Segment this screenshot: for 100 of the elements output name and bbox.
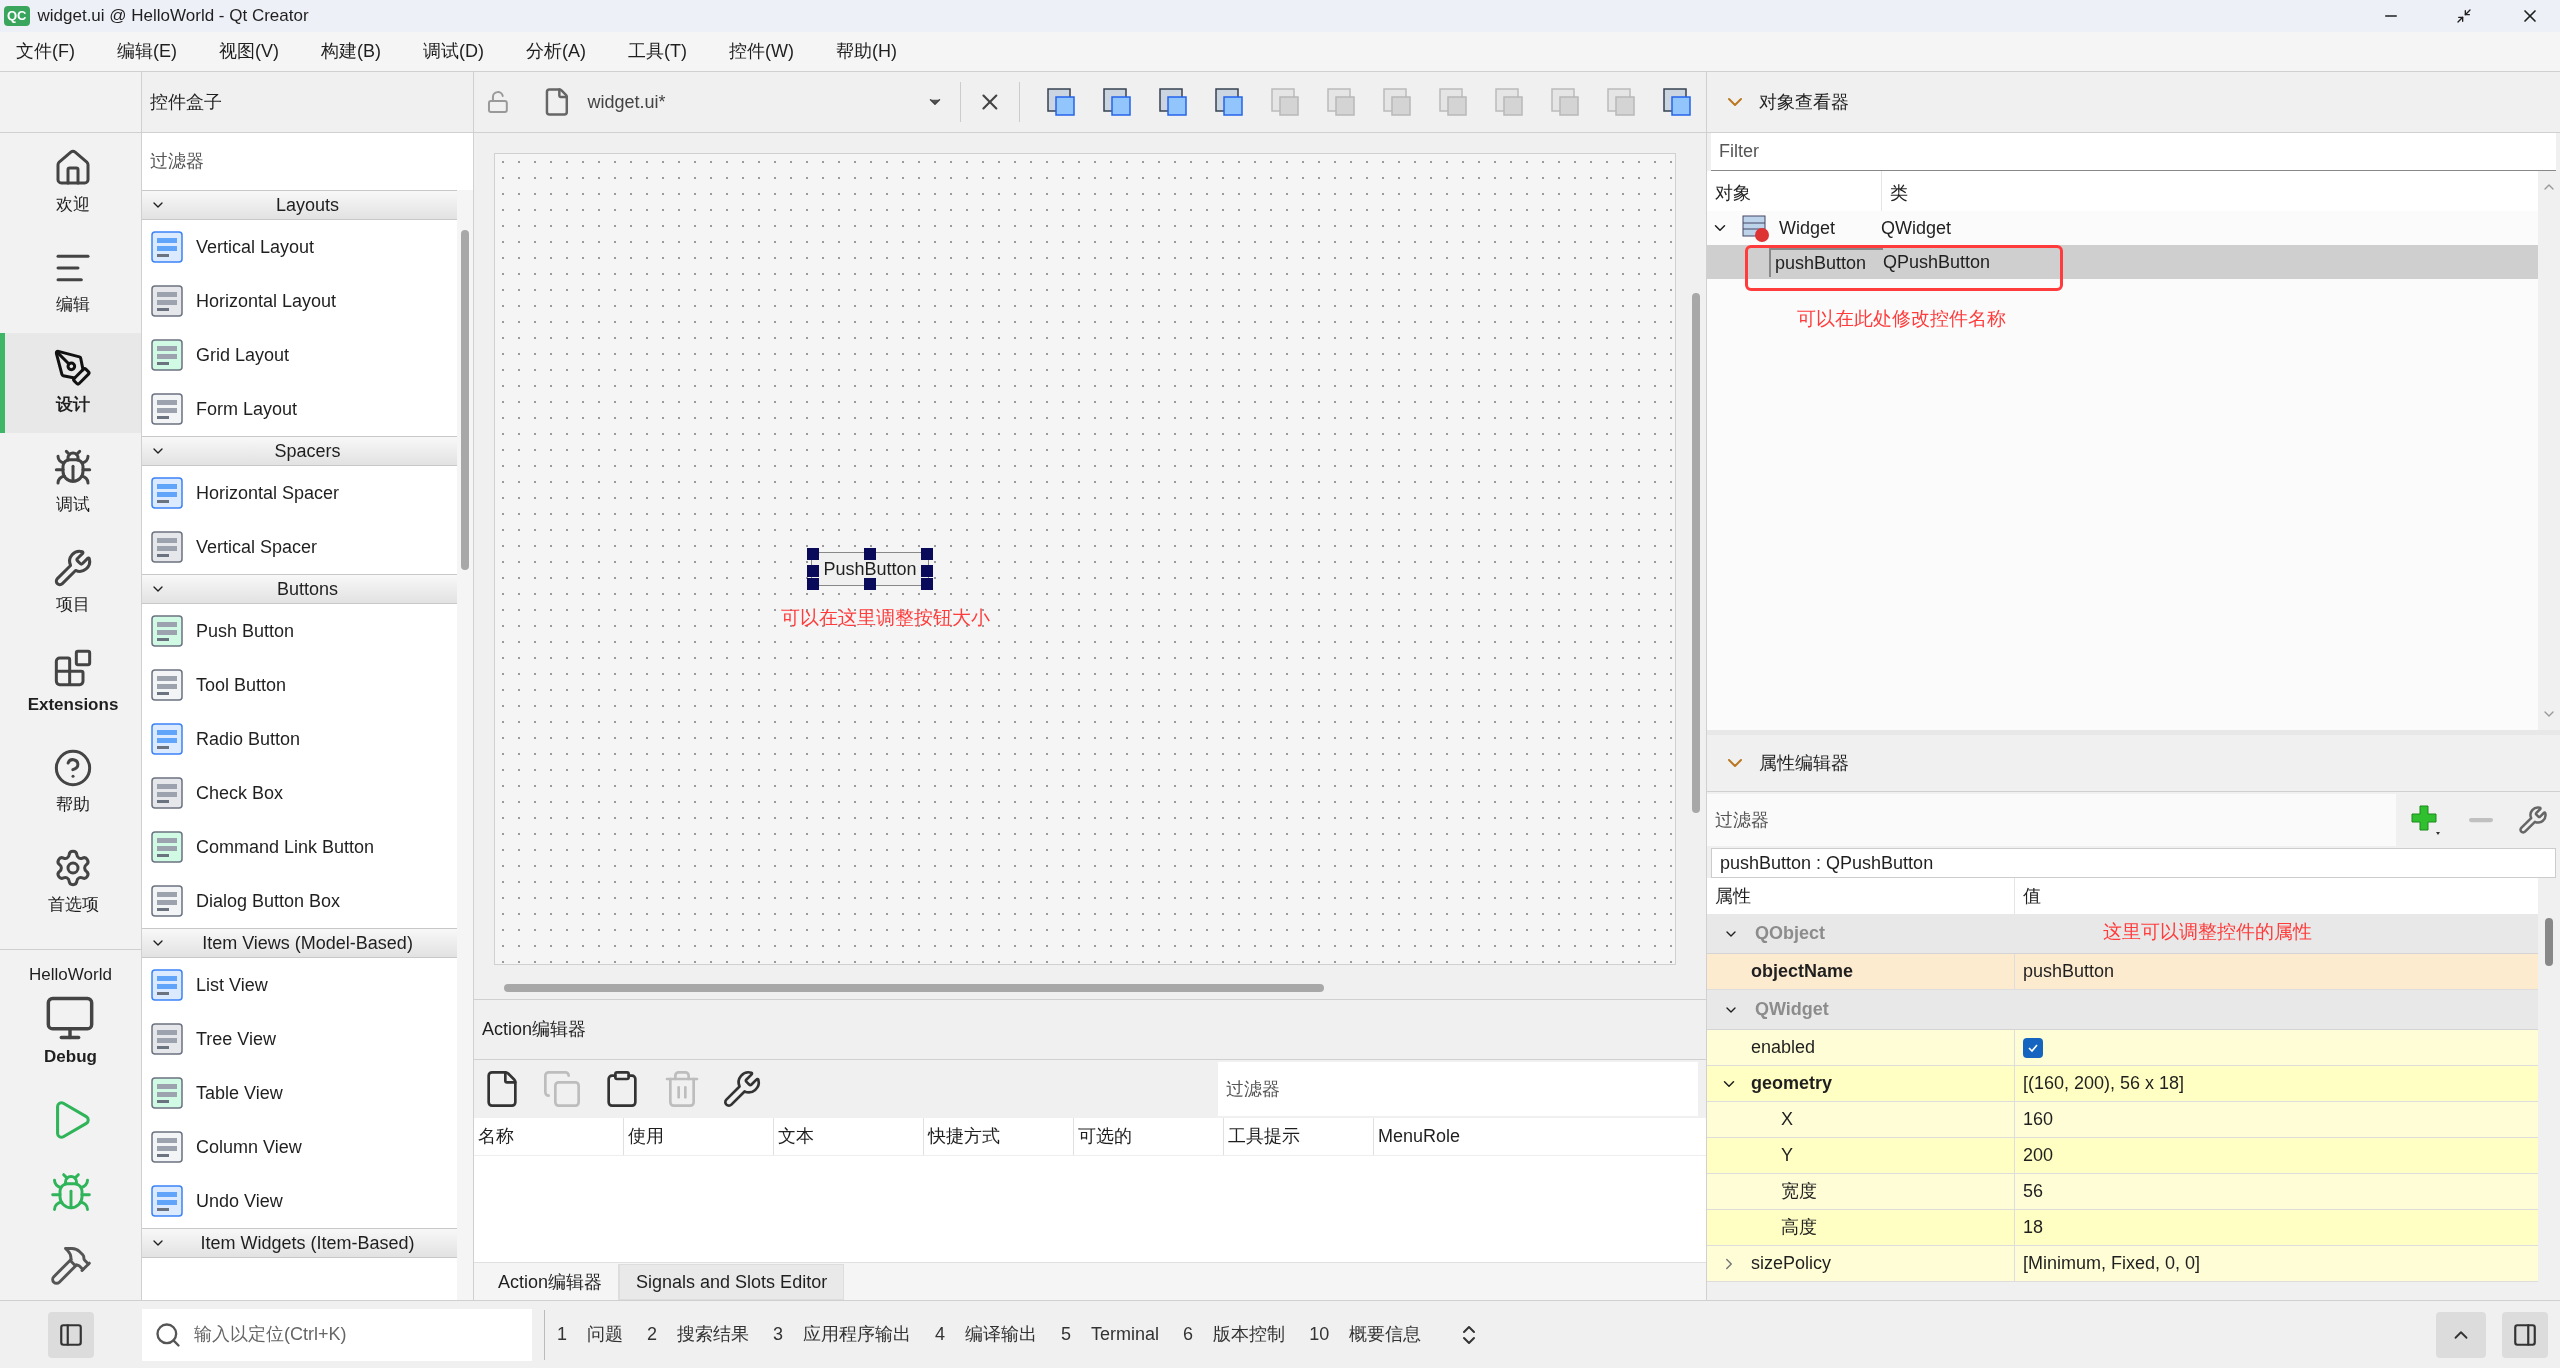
form-canvas[interactable]: PushButton 可以在这里调整按钮大小 [494, 153, 1676, 965]
menu-item[interactable]: 视图(V) [215, 38, 283, 65]
mode-button[interactable]: 编辑 [0, 233, 141, 333]
menu-item[interactable]: 控件(W) [724, 38, 798, 65]
build-target-button[interactable]: Debug [44, 991, 97, 1069]
layout-tool-icon[interactable] [1212, 85, 1246, 119]
sidebar-toggle-button[interactable] [48, 1311, 94, 1358]
widget-item[interactable]: Dialog Button Box [142, 874, 457, 928]
menu-item[interactable]: 帮助(H) [831, 38, 901, 65]
category-header[interactable]: Spacers [142, 436, 457, 466]
filter-field[interactable]: 过滤器 [1707, 794, 2396, 846]
resize-handle[interactable] [864, 548, 876, 560]
column-header[interactable]: 文本 [774, 1118, 924, 1155]
scrollbar-thumb[interactable] [2545, 918, 2553, 966]
property-row[interactable]: geometry [(160, 200), 56 x 18] [1707, 1066, 2538, 1102]
layout-tool-icon[interactable] [1156, 85, 1190, 119]
filter-field[interactable]: 过滤器 [142, 133, 473, 190]
widget-item[interactable]: Undo View [142, 1174, 457, 1228]
menu-item[interactable]: 编辑(E) [113, 38, 181, 65]
filter-field[interactable]: Filter [1711, 133, 2556, 171]
property-row[interactable]: enabled [1707, 1030, 2538, 1066]
widget-item[interactable]: Vertical Spacer [142, 520, 457, 574]
column-header[interactable]: 对象 [1707, 171, 1882, 211]
output-pane-button[interactable]: 6 版本控制 [1183, 1321, 1286, 1348]
widget-item[interactable]: List View [142, 958, 457, 1012]
widget-item[interactable]: Horizontal Layout [142, 274, 457, 328]
tab[interactable]: Signals and Slots Editor [619, 1264, 845, 1300]
right-sidebar-toggle-button[interactable] [2502, 1311, 2548, 1358]
property-row[interactable]: 高度 18 [1707, 1210, 2538, 1246]
column-header[interactable]: 类 [1882, 171, 2538, 211]
mode-button[interactable]: 调试 [0, 433, 141, 533]
mode-button[interactable]: Extensions [0, 633, 141, 733]
mode-button[interactable]: 欢迎 [0, 133, 141, 233]
column-header[interactable]: 可选的 [1074, 1118, 1224, 1155]
resize-handle[interactable] [807, 565, 819, 577]
tree-row[interactable]: Widget QWidget [1707, 211, 2538, 245]
category-header[interactable]: Item Widgets (Item-Based) [142, 1228, 457, 1258]
resize-handle[interactable] [807, 578, 819, 590]
layout-tool-icon[interactable] [1044, 85, 1078, 119]
widget-item[interactable]: Command Link Button [142, 820, 457, 874]
column-header[interactable]: 工具提示 [1224, 1118, 1374, 1155]
resize-handle[interactable] [921, 565, 933, 577]
widget-item[interactable]: Tool Button [142, 658, 457, 712]
menu-item[interactable]: 分析(A) [522, 38, 590, 65]
output-pane-button[interactable]: 5 Terminal [1061, 1321, 1160, 1348]
widget-item[interactable]: Tree View [142, 1012, 457, 1066]
column-header[interactable]: 使用 [624, 1118, 774, 1155]
widget-item[interactable]: Push Button [142, 604, 457, 658]
checkbox[interactable] [2023, 1037, 2043, 1058]
widget-item[interactable]: Radio Button [142, 712, 457, 766]
category-header[interactable]: Layouts [142, 190, 457, 220]
category-header[interactable]: Buttons [142, 574, 457, 604]
column-header[interactable]: MenuRole [1374, 1118, 1524, 1155]
layout-tool-icon[interactable] [1100, 85, 1134, 119]
category-header[interactable]: Item Views (Model-Based) [142, 928, 457, 958]
property-row[interactable]: 宽度 56 [1707, 1174, 2538, 1210]
file-selector[interactable]: widget.ui* [587, 88, 945, 116]
mode-button[interactable]: 帮助 [0, 733, 141, 833]
mode-button[interactable]: 项目 [0, 533, 141, 633]
widget-item[interactable]: Horizontal Spacer [142, 466, 457, 520]
resize-handle[interactable] [921, 548, 933, 560]
filter-field[interactable]: 过滤器 [1218, 1062, 1698, 1116]
property-row[interactable]: X 160 [1707, 1102, 2538, 1138]
output-pane-button[interactable]: 10 概要信息 [1309, 1321, 1422, 1348]
property-row[interactable]: Y 200 [1707, 1138, 2538, 1174]
column-header[interactable]: 值 [2015, 878, 2538, 914]
widget-item[interactable]: Column View [142, 1120, 457, 1174]
output-pane-button[interactable]: 2 搜索结果 [647, 1321, 750, 1348]
output-pane-button[interactable]: 1 问题 [557, 1321, 623, 1348]
widget-item[interactable]: Check Box [142, 766, 457, 820]
widget-item[interactable]: Grid Layout [142, 328, 457, 382]
widget-item[interactable]: Form Layout [142, 382, 457, 436]
restore-icon[interactable] [2456, 8, 2472, 24]
mode-button[interactable]: 首选项 [0, 833, 141, 933]
output-pane-button[interactable]: 3 应用程序输出 [773, 1321, 912, 1348]
scrollbar-thumb[interactable] [461, 230, 469, 570]
output-toggle-button[interactable] [2436, 1311, 2486, 1358]
property-row[interactable]: sizePolicy [Minimum, Fixed, 0, 0] [1707, 1246, 2538, 1282]
column-header[interactable]: 名称 [474, 1118, 624, 1155]
wrench-icon[interactable] [722, 1069, 762, 1109]
layout-tool-icon[interactable] [1660, 85, 1694, 119]
menu-item[interactable]: 文件(F) [12, 38, 79, 65]
scrollbar-thumb[interactable] [1692, 293, 1700, 813]
column-header[interactable]: 快捷方式 [924, 1118, 1074, 1155]
scrollbar-thumb[interactable] [504, 984, 1324, 992]
resize-handle[interactable] [807, 548, 819, 560]
property-row[interactable]: objectName pushButton [1707, 954, 2538, 990]
resize-handle[interactable] [864, 578, 876, 590]
widget-item[interactable]: Vertical Layout [142, 220, 457, 274]
locator-field[interactable]: 输入以定位(Ctrl+K) [142, 1308, 532, 1361]
output-pane-button[interactable]: 4 编译输出 [935, 1321, 1038, 1348]
wrench-icon[interactable] [2518, 805, 2548, 835]
widget-item[interactable]: Table View [142, 1066, 457, 1120]
menu-item[interactable]: 调试(D) [419, 38, 488, 65]
resize-handle[interactable] [921, 578, 933, 590]
menu-item[interactable]: 工具(T) [624, 38, 691, 65]
unlock-icon[interactable] [486, 90, 510, 114]
menu-item[interactable]: 构建(B) [317, 38, 385, 65]
mode-button[interactable]: 设计 [0, 333, 141, 433]
tree-row[interactable]: pushButton QPushButton [1707, 245, 2538, 279]
